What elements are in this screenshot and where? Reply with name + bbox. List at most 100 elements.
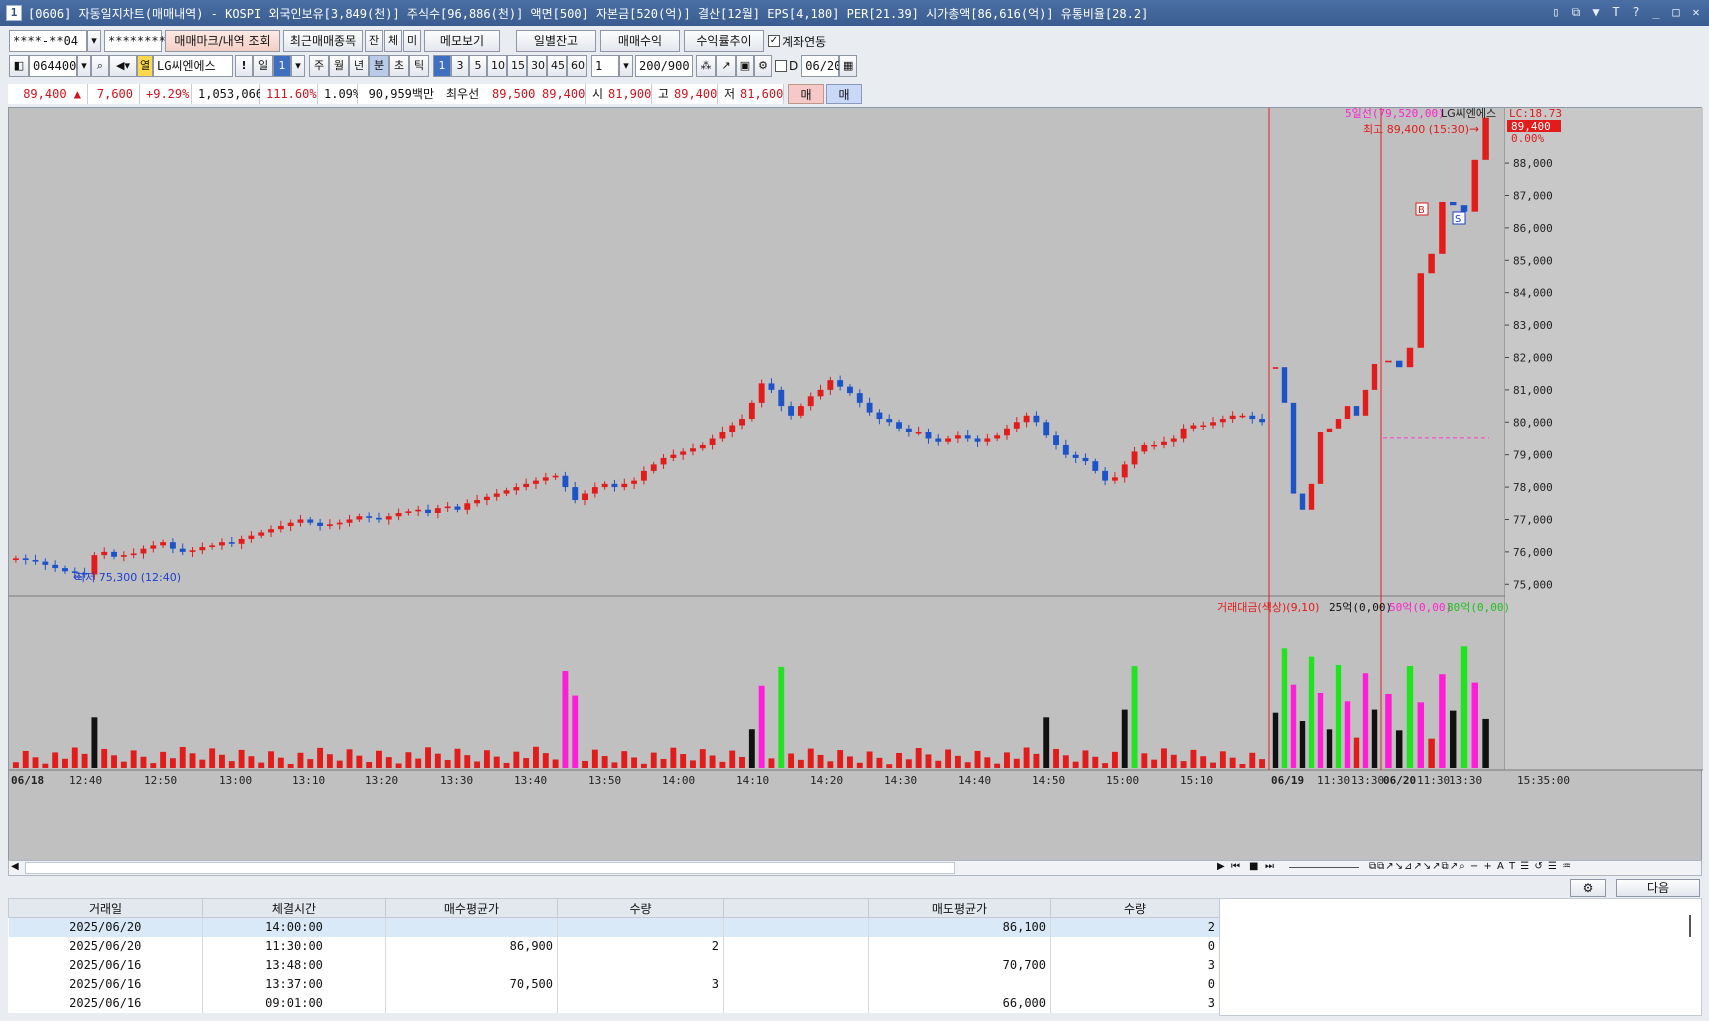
- stock-tag[interactable]: 열: [137, 55, 153, 77]
- maximize-button[interactable]: □: [1667, 3, 1685, 21]
- indicator-icon[interactable]: ⁂: [696, 55, 716, 77]
- table-vscroll[interactable]: [1689, 915, 1691, 937]
- cascade-icon[interactable]: ⧉: [1567, 3, 1585, 21]
- col-sell-qty[interactable]: 수량: [1050, 898, 1220, 918]
- candle-0618: [454, 506, 461, 510]
- table-row[interactable]: 2025/06/16 13:37:00 70,500 3 0: [8, 974, 1220, 994]
- table-row[interactable]: 2025/06/20 14:00:00 86,100 2: [8, 917, 1220, 937]
- alert-icon[interactable]: !: [235, 55, 253, 77]
- minimize-button[interactable]: _: [1647, 3, 1665, 21]
- table-right-panel: [1219, 898, 1702, 1016]
- stop-icon[interactable]: ■: [1249, 861, 1258, 872]
- candle-0618: [1219, 419, 1226, 423]
- dropdown-icon[interactable]: ▼: [1587, 3, 1605, 21]
- date-checkbox[interactable]: [775, 60, 787, 72]
- col-buy-avg[interactable]: 매수평균가: [385, 898, 558, 918]
- interval-5[interactable]: 5: [469, 55, 487, 77]
- period-day-count[interactable]: 1: [273, 55, 291, 77]
- axis-background: [1505, 108, 1703, 770]
- first-icon[interactable]: ⏮: [1231, 861, 1240, 872]
- sound-icon[interactable]: ◀▾: [109, 55, 137, 77]
- period-dropdown-icon[interactable]: ▾: [291, 55, 305, 77]
- layout-icon[interactable]: ▯: [1547, 3, 1565, 21]
- price-tick-label: 77,000: [1513, 513, 1553, 526]
- stock-name-field[interactable]: LG씨엔에스: [153, 55, 233, 77]
- period-second[interactable]: 초: [389, 55, 409, 77]
- trade-profit-button[interactable]: 매매수익: [600, 30, 680, 52]
- count-input[interactable]: 200/900: [635, 55, 693, 77]
- memo-button[interactable]: 메모보기: [424, 30, 500, 52]
- code-dropdown-icon[interactable]: ▾: [77, 55, 91, 77]
- col-sell-avg[interactable]: 매도평균가: [868, 898, 1051, 918]
- table-row[interactable]: 2025/06/16 09:01:00 66,000 3: [8, 993, 1220, 1013]
- col-exec-time[interactable]: 체결시간: [202, 898, 386, 918]
- table-cell: 3: [1050, 955, 1220, 975]
- candle-0618: [307, 519, 314, 523]
- table-settings-icon[interactable]: ⚙: [1570, 879, 1606, 897]
- buy-button[interactable]: 매수: [788, 84, 824, 122]
- account-dropdown-icon[interactable]: ▾: [87, 30, 101, 52]
- candle-0618: [483, 496, 490, 501]
- password-input[interactable]: ********: [104, 30, 166, 52]
- drawing-tools-icon[interactable]: ⧉⧉↗↘⊿↗↘↗⧉↗⌕ − + A T ☰ ↺ ☰ ♒: [1369, 861, 1572, 872]
- period-week[interactable]: 주: [309, 55, 329, 77]
- period-year[interactable]: 년: [349, 55, 369, 77]
- volume-bar: [464, 755, 471, 768]
- interval-60[interactable]: 60: [567, 55, 587, 77]
- font-icon[interactable]: T: [1607, 3, 1625, 21]
- stock-code-input[interactable]: 064400: [29, 55, 77, 77]
- period-tick[interactable]: 틱: [409, 55, 429, 77]
- help-icon[interactable]: ?: [1627, 3, 1645, 21]
- interval-1[interactable]: 1: [433, 55, 451, 77]
- date-input[interactable]: 06/20: [801, 55, 841, 77]
- trade-mark-button[interactable]: 매매마크/내역 조회: [165, 30, 280, 52]
- period-month[interactable]: 월: [329, 55, 349, 77]
- zoom-slider[interactable]: [1289, 867, 1359, 868]
- col-trade-date[interactable]: 거래일: [8, 898, 203, 918]
- volume-bar: [1299, 721, 1306, 768]
- candle-0618: [405, 511, 412, 513]
- interval-3[interactable]: 3: [451, 55, 469, 77]
- last-icon[interactable]: ⏭: [1265, 861, 1274, 872]
- volume-bar: [827, 761, 834, 768]
- interval-45[interactable]: 45: [547, 55, 567, 77]
- daily-balance-button[interactable]: 일별잔고: [516, 30, 596, 52]
- tab-unexecuted[interactable]: 미: [403, 30, 421, 52]
- panel-icon[interactable]: ◧: [9, 55, 29, 77]
- chart-scrollbar[interactable]: ◀ ▶ ⏮ ■ ⏭ ⧉⧉↗↘⊿↗↘↗⧉↗⌕ − + A T ☰ ↺ ☰ ♒: [8, 860, 1702, 876]
- candle-0618: [856, 393, 863, 403]
- price-volume-chart[interactable]: 88,000 87,000 86,000 85,000 84,000 83,000 82,0…: [9, 106, 1703, 868]
- table-row[interactable]: 2025/06/20 11:30:00 86,900 2 0: [8, 936, 1220, 956]
- volume-ratio: 111.60%: [260, 84, 318, 104]
- save-icon[interactable]: ▣: [736, 55, 754, 77]
- calendar-icon[interactable]: ▦: [839, 55, 858, 77]
- recent-trades-button[interactable]: 최근매매종목: [283, 30, 363, 52]
- period-day[interactable]: 일: [253, 55, 273, 77]
- interval-10[interactable]: 10: [487, 55, 507, 77]
- interval-15[interactable]: 15: [507, 55, 527, 77]
- search-icon[interactable]: ⌕: [91, 55, 109, 77]
- volume-bar: [1471, 682, 1479, 768]
- table-row[interactable]: 2025/06/16 13:48:00 70,700 3: [8, 955, 1220, 975]
- period-minute[interactable]: 분: [369, 55, 389, 77]
- profit-rate-button[interactable]: 수익률추이: [684, 30, 764, 52]
- candle-0618: [219, 542, 225, 546]
- line-tool-icon[interactable]: ↗: [716, 55, 736, 77]
- close-button[interactable]: ✕: [1687, 3, 1705, 21]
- scroll-thumb[interactable]: [25, 862, 955, 874]
- scroll-left-icon[interactable]: ◀: [11, 861, 19, 872]
- table-cell: 13:37:00: [202, 974, 386, 994]
- interval-30[interactable]: 30: [527, 55, 547, 77]
- next-page-button[interactable]: 다음: [1616, 879, 1700, 897]
- chart-area[interactable]: 88,000 87,000 86,000 85,000 84,000 83,000 82,0…: [8, 106, 1703, 868]
- account-input[interactable]: ****-**04: [9, 30, 87, 52]
- col-buy-qty[interactable]: 수량: [557, 898, 724, 918]
- settings-icon[interactable]: ⚙: [754, 55, 772, 77]
- sell-button[interactable]: 매도: [826, 84, 862, 122]
- tab-balance[interactable]: 잔: [365, 30, 383, 52]
- tab-executed[interactable]: 체: [384, 30, 402, 52]
- link-checkbox[interactable]: ✓: [768, 35, 780, 47]
- scroll-right-icon[interactable]: ▶: [1217, 861, 1225, 872]
- unit-dropdown-icon[interactable]: ▾: [619, 55, 633, 77]
- unit-input[interactable]: 1: [591, 55, 619, 77]
